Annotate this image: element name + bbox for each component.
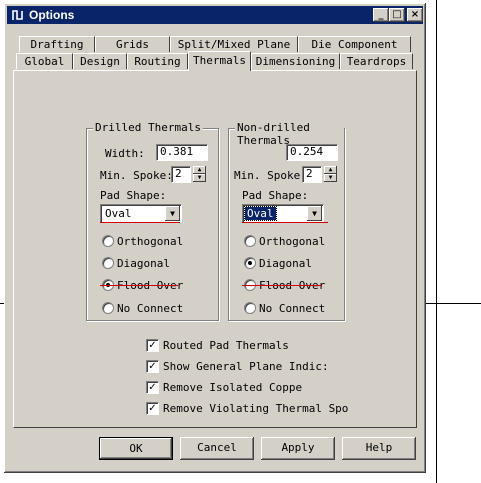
chevron-down-icon[interactable]: ▼ [307, 206, 322, 221]
crosshair-line-vertical [436, 0, 437, 483]
nondrilled-spoke-spinner[interactable]: ▲ ▼ [324, 166, 337, 183]
drilled-spoke-spinner[interactable]: ▲ ▼ [193, 166, 206, 183]
annotation-strikeout [100, 285, 178, 286]
nondrilled-radio-diagonal[interactable] [244, 257, 256, 269]
show-general-plane-checkbox[interactable]: ✓ [146, 360, 159, 373]
app-icon [11, 8, 25, 22]
nondrilled-spoke-label: Min. Spoke: [234, 169, 307, 182]
tab-thermals[interactable]: Thermals [188, 51, 251, 71]
drilled-radio-orthogonal[interactable] [102, 235, 114, 247]
drilled-spoke-label: Min. Spoke: [100, 169, 173, 182]
tab-routing[interactable]: Routing [127, 53, 188, 69]
crosshair-line-left [0, 303, 4, 304]
close-icon: × [410, 9, 420, 20]
show-general-plane-label: Show General Plane Indic: [163, 360, 329, 373]
tab-teardrops[interactable]: Teardrops [340, 53, 413, 69]
title-bar[interactable]: Options _ □ × [7, 6, 423, 24]
annotation-strikeout [242, 285, 322, 286]
drilled-spoke-input[interactable]: 2 [171, 166, 191, 183]
drilled-width-label: Width: [105, 147, 145, 160]
nondrilled-pad-shape-value: Oval [244, 206, 277, 221]
drilled-diagonal-label: Diagonal [117, 257, 170, 270]
ok-button[interactable]: OK [99, 437, 173, 460]
drilled-pad-shape-value: Oval [105, 207, 132, 220]
routed-pad-thermals-label: Routed Pad Thermals [163, 339, 289, 352]
tab-drafting[interactable]: Drafting [19, 36, 95, 52]
remove-isolated-copper-checkbox[interactable]: ✓ [146, 381, 159, 394]
nondrilled-pad-shape-select[interactable]: Oval ▼ [242, 204, 324, 223]
routed-pad-thermals-checkbox[interactable]: ✓ [146, 339, 159, 352]
close-button[interactable]: × [407, 8, 423, 22]
drilled-radio-no-connect[interactable] [102, 302, 114, 314]
tab-global[interactable]: Global [16, 53, 73, 69]
nondrilled-pad-shape-label: Pad Shape: [242, 189, 309, 202]
remove-violating-thermal-label: Remove Violating Thermal Spo [163, 402, 349, 415]
drilled-pad-shape-label: Pad Shape: [100, 189, 167, 202]
drilled-thermals-title: Drilled Thermals [93, 121, 203, 134]
cancel-button[interactable]: Cancel [180, 437, 254, 460]
minimize-button[interactable]: _ [373, 8, 389, 22]
nondrilled-spoke-input[interactable]: 2 [302, 166, 322, 183]
drilled-radio-diagonal[interactable] [102, 257, 114, 269]
help-button[interactable]: Help [342, 437, 416, 460]
nondrilled-diagonal-label: Diagonal [259, 257, 312, 270]
tab-design[interactable]: Design [73, 53, 127, 69]
maximize-icon: □ [392, 9, 402, 20]
spin-up-icon[interactable]: ▲ [324, 166, 337, 174]
tab-split-mixed-plane[interactable]: Split/Mixed Plane [170, 36, 298, 52]
remove-isolated-copper-label: Remove Isolated Coppe [163, 381, 303, 394]
tab-grids[interactable]: Grids [95, 36, 170, 52]
tab-dimensioning[interactable]: Dimensioning [251, 53, 340, 69]
drilled-width-input[interactable]: 0.381 [156, 144, 208, 161]
drilled-no-connect-label: No Connect [117, 302, 184, 315]
drilled-orthogonal-label: Orthogonal [117, 235, 184, 248]
annotation-underline [100, 222, 180, 223]
nondrilled-radio-no-connect[interactable] [244, 302, 256, 314]
remove-violating-thermal-checkbox[interactable]: ✓ [146, 402, 159, 415]
nondrilled-orthogonal-label: Orthogonal [259, 235, 326, 248]
apply-button[interactable]: Apply [261, 437, 335, 460]
spin-down-icon[interactable]: ▼ [324, 174, 337, 182]
chevron-down-icon[interactable]: ▼ [165, 206, 180, 221]
crosshair-line-right [426, 303, 481, 304]
drilled-pad-shape-select[interactable]: Oval ▼ [100, 204, 182, 223]
spin-up-icon[interactable]: ▲ [193, 166, 206, 174]
window-title: Options [29, 8, 75, 22]
minimize-icon: _ [378, 9, 384, 20]
nondrilled-radio-orthogonal[interactable] [244, 235, 256, 247]
nondrilled-width-input[interactable]: 0.254 [286, 144, 338, 161]
tab-die-component[interactable]: Die Component [298, 36, 411, 52]
annotation-underline [242, 222, 328, 223]
nondrilled-no-connect-label: No Connect [259, 302, 326, 315]
spin-down-icon[interactable]: ▼ [193, 174, 206, 182]
maximize-button[interactable]: □ [389, 8, 405, 22]
